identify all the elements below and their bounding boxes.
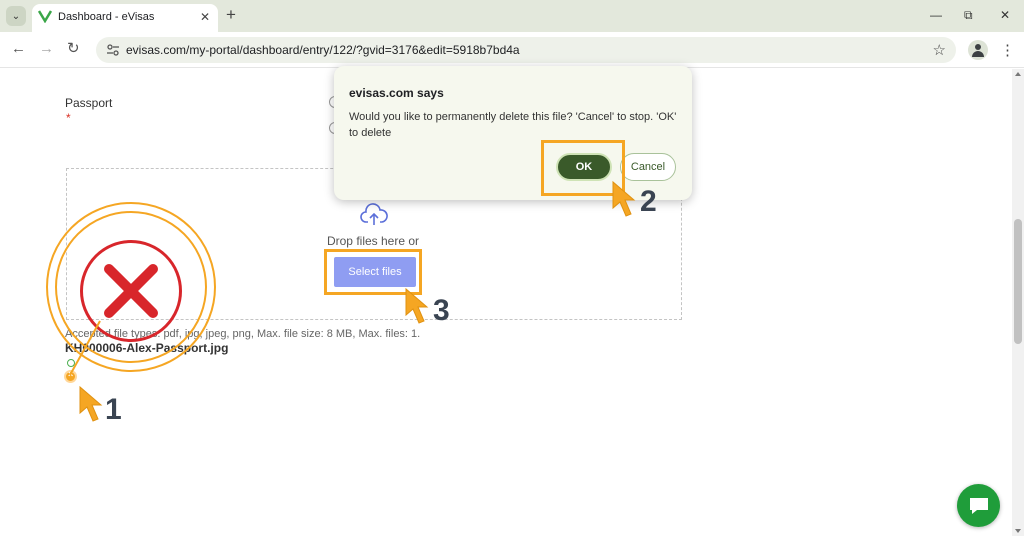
browser-tab[interactable]: Dashboard - eVisas ✕ <box>32 4 218 32</box>
cloud-upload-icon <box>360 203 388 225</box>
page-scrollbar[interactable] <box>1012 69 1024 536</box>
chevron-down-icon: ⌄ <box>11 10 21 22</box>
connector-line <box>69 320 101 376</box>
site-info-icon[interactable] <box>106 43 120 57</box>
dialog-message: Would you like to permanently delete thi… <box>349 111 677 139</box>
cursor-arrow-icon <box>612 180 636 217</box>
dialog-title: evisas.com says <box>349 86 444 100</box>
new-tab-button[interactable]: + <box>226 6 236 24</box>
cursor-arrow-icon <box>405 287 429 324</box>
evisas-favicon-icon <box>38 10 52 23</box>
minimize-button[interactable]: — <box>930 8 942 22</box>
profile-icon-body <box>972 51 984 57</box>
cursor-arrow-icon <box>79 385 103 422</box>
scroll-up-arrow-icon[interactable] <box>1015 72 1021 76</box>
window-close-button[interactable]: ✕ <box>1000 8 1010 22</box>
cancel-button[interactable]: Cancel <box>620 153 676 181</box>
profile-avatar[interactable] <box>968 40 988 60</box>
bookmark-star-icon[interactable]: ☆ <box>933 41 946 59</box>
confirm-dialog: evisas.com says Would you like to perman… <box>334 66 692 200</box>
address-bar[interactable]: evisas.com/my-portal/dashboard/entry/122… <box>96 37 956 63</box>
restore-button[interactable]: ⧉ <box>964 8 973 23</box>
chat-bubble-icon <box>970 498 988 514</box>
tab-search-button[interactable]: ⌄ <box>6 6 26 26</box>
step-number-3: 3 <box>433 294 450 327</box>
back-button[interactable]: ← <box>11 41 26 57</box>
chat-button[interactable] <box>957 484 1000 527</box>
browser-toolbar: ← → ↻ evisas.com/my-portal/dashboard/ent… <box>0 32 1024 68</box>
tab-strip: ⌄ Dashboard - eVisas ✕ + — ⧉ ✕ <box>0 0 1024 32</box>
tab-close-icon[interactable]: ✕ <box>200 10 210 24</box>
profile-icon-head <box>975 44 981 50</box>
scroll-thumb[interactable] <box>1014 219 1022 344</box>
tab-title: Dashboard - eVisas <box>58 11 155 23</box>
reload-button[interactable]: ↻ <box>67 41 80 57</box>
forward-button[interactable]: → <box>39 41 54 57</box>
required-asterisk: * <box>66 111 71 125</box>
step-number-2: 2 <box>640 185 657 218</box>
scroll-down-arrow-icon[interactable] <box>1015 529 1021 533</box>
browser-menu-icon[interactable]: ⋮ <box>1000 41 1015 59</box>
url-text: evisas.com/my-portal/dashboard/entry/122… <box>126 43 520 57</box>
step-number-1: 1 <box>105 393 122 426</box>
passport-field-label: Passport <box>65 96 113 110</box>
